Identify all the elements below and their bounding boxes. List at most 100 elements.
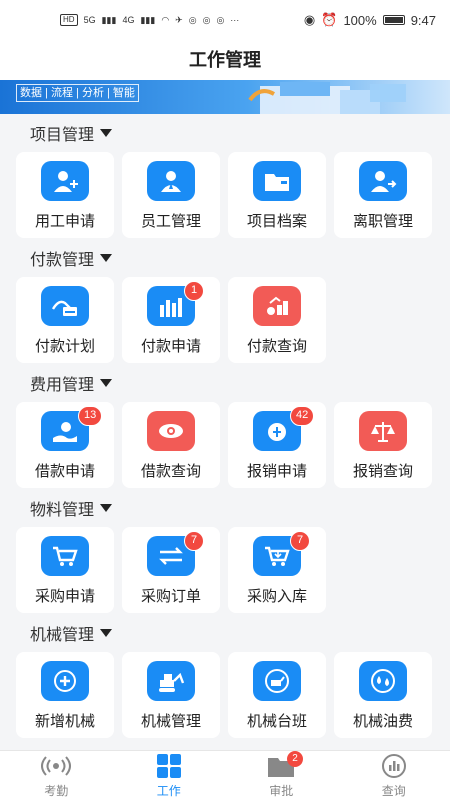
tile-label: 机械管理 [140,713,201,730]
tile-label: 机械油费 [352,713,413,730]
caret-down-icon[interactable] [100,254,113,262]
banner[interactable]: 数据 | 流程 | 分析 | 智能 [0,80,450,114]
app-icon-3: ◎ [202,14,211,25]
banner-illustration [248,82,406,114]
folder-icon [253,161,301,201]
money-eye-icon [147,411,195,451]
function-tile[interactable]: 13 借款申请 [16,402,114,488]
function-tile[interactable]: 新增机械 [16,652,114,738]
more-icon: ··· [230,15,240,25]
tile-label: 付款申请 [140,338,201,355]
tile-label: 付款查询 [246,338,307,355]
function-tile[interactable]: 用工申请 [16,152,114,238]
signal-icon: ▮▮▮ [101,14,117,25]
function-tile[interactable]: 员工管理 [122,152,220,238]
work-grid: 项目管理用工申请 员工管理 项目档案 离职管理付款管理付款计划 1 付款申请 付款查询费用管… [0,114,450,750]
section-title[interactable]: 机械管理 [16,614,434,652]
tile-label: 报销查询 [352,463,413,480]
caret-down-icon[interactable] [100,129,113,137]
status-right: ◉ ⏰ 100% 9:47 [304,12,436,28]
app-icon: ✈ [175,14,183,25]
battery-icon [382,15,405,25]
tile-label: 新增机械 [34,713,95,730]
excavator-icon [147,661,195,701]
section-title-text: 项目管理 [30,127,95,144]
tile-label: 付款计划 [34,338,95,355]
count-badge: 13 [78,406,103,426]
status-bar: HD 5G ▮▮▮ 4G ▮▮▮ ◠ ✈ ◎ ◎ ◎ ··· ◉ ⏰ 100% … [0,0,450,40]
tab-badge: 2 [287,751,303,767]
app-icon-2: ◎ [188,14,197,25]
section-title-text: 费用管理 [30,377,95,394]
caret-down-icon[interactable] [100,629,113,637]
caret-down-icon[interactable] [100,379,113,387]
app-icon-4: ◎ [216,14,225,25]
tab-item[interactable]: 考勤 [0,751,113,800]
cart-icon [41,536,89,576]
card-payment-icon [41,286,89,326]
banner-tags: 数据 | 流程 | 分析 | 智能 [16,84,139,102]
count-badge: 1 [184,281,204,301]
tile-label: 采购申请 [34,588,95,605]
function-tile[interactable]: 采购申请 [16,527,114,613]
caret-down-icon[interactable] [100,504,113,512]
battery-percent: 100% [343,12,377,28]
function-tile[interactable]: 借款查询 [122,402,220,488]
user-leave-icon [359,161,407,201]
oil-drop-icon [359,661,407,701]
tab-item[interactable]: 2 审批 [225,751,338,800]
tile-label: 离职管理 [352,213,413,230]
tile-label: 用工申请 [34,213,95,230]
function-tile[interactable]: 1 付款申请 [122,277,220,363]
count-badge: 7 [290,531,310,551]
clock-time: 9:47 [410,12,436,28]
tile-label: 采购入库 [246,588,307,605]
signal-icon [41,753,72,782]
tab-label: 审批 [269,783,294,798]
alarm-icon: ⏰ [321,12,338,27]
machine-shift-icon [253,661,301,701]
function-tile[interactable]: 离职管理 [334,152,432,238]
money-growth-icon [253,286,301,326]
count-badge: 7 [184,531,204,551]
section-title[interactable]: 费用管理 [16,364,434,402]
tab-item[interactable]: 查询 [338,751,450,800]
section-grid: 用工申请 员工管理 项目档案 离职管理 [16,152,434,238]
section-title[interactable]: 项目管理 [16,114,434,152]
section-title-text: 机械管理 [30,627,95,644]
tile-label: 报销申请 [246,463,307,480]
tile-label: 借款查询 [140,463,201,480]
section-title-text: 物料管理 [30,502,95,519]
tab-item[interactable]: 工作 [113,751,226,800]
function-tile[interactable]: 机械油费 [334,652,432,738]
signal-icon-2: ▮▮▮ [140,14,156,25]
eye-icon: ◉ [303,12,316,27]
user-add-icon [41,161,89,201]
tab-label: 查询 [381,783,406,798]
section-grid: 新增机械 机械管理 机械台班 机械油费 [16,652,434,738]
tile-label: 借款申请 [34,463,95,480]
function-tile[interactable]: 机械台班 [228,652,326,738]
plus-icon [41,661,89,701]
section-title[interactable]: 物料管理 [16,489,434,527]
function-tile[interactable]: 7 采购订单 [122,527,220,613]
function-tile[interactable]: 7 采购入库 [228,527,326,613]
function-tile[interactable]: 付款查询 [228,277,326,363]
tab-label: 考勤 [44,783,69,798]
employee-icon [147,161,195,201]
function-tile[interactable]: 付款计划 [16,277,114,363]
hd-chip: HD [60,14,78,26]
tile-label: 采购订单 [140,588,201,605]
function-tile[interactable]: 报销查询 [334,402,432,488]
query-chart-icon [379,753,409,782]
function-tile[interactable]: 项目档案 [228,152,326,238]
tile-label: 项目档案 [246,213,307,230]
network-5g: 5G [83,15,96,25]
page-title: 工作管理 [0,40,450,80]
section-title[interactable]: 付款管理 [16,239,434,277]
scale-icon [359,411,407,451]
function-tile[interactable]: 42 报销申请 [228,402,326,488]
tab-label: 工作 [156,783,181,798]
function-tile[interactable]: 机械管理 [122,652,220,738]
tile-label: 员工管理 [140,213,201,230]
